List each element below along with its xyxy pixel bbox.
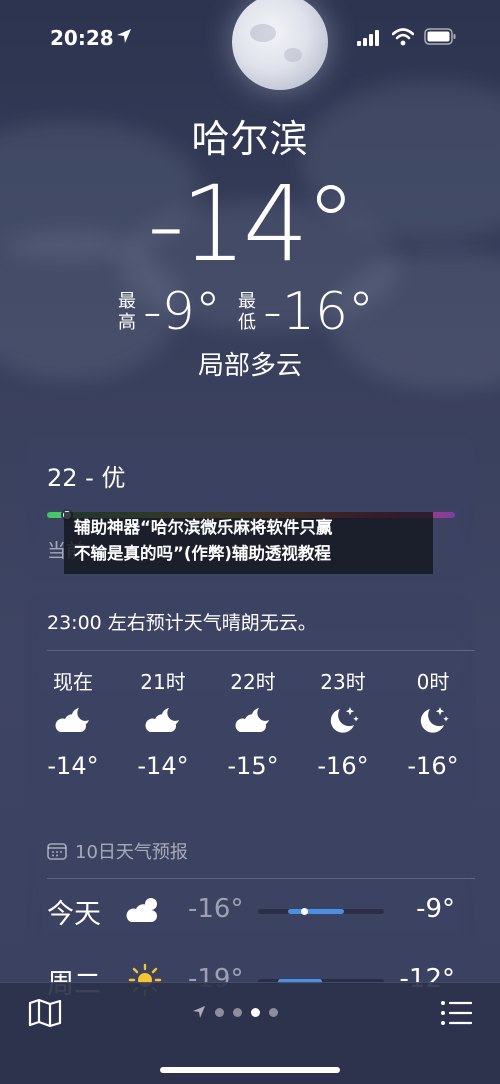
day-high: -9° — [416, 894, 455, 924]
status-time: 20:28 — [50, 26, 114, 50]
high-temp: -9° — [143, 282, 221, 342]
hour-label: 现在 — [53, 670, 93, 694]
cloud-moon-icon — [145, 708, 179, 732]
hourly-item: 22时 -15° — [214, 666, 292, 780]
daily-row-today[interactable]: 今天 -16° -9° — [25, 880, 475, 940]
temp-range-bar — [258, 908, 384, 915]
hour-temp: -16° — [317, 752, 369, 780]
hour-label: 21时 — [140, 670, 186, 694]
cloud-moon-icon — [55, 708, 89, 732]
low-temp: -16° — [263, 282, 375, 342]
bottom-toolbar — [0, 982, 500, 1084]
cellular-signal-icon — [357, 30, 379, 46]
moon-stars-icon — [420, 707, 449, 733]
hour-temp: -14° — [137, 752, 189, 780]
page-dot — [269, 1007, 278, 1017]
home-indicator[interactable] — [160, 1067, 340, 1073]
status-bar: 20:28 — [0, 0, 500, 70]
hour-label: 22时 — [230, 670, 276, 694]
ten-day-title: 10日天气预报 — [75, 842, 188, 863]
day-name: 今天 — [47, 899, 101, 930]
wifi-icon — [392, 28, 414, 46]
page-indicator[interactable] — [192, 1005, 278, 1019]
divider — [47, 650, 475, 651]
hour-temp: -16° — [407, 752, 459, 780]
hourly-summary: 23:00 左右预计天气晴朗无云。 — [47, 612, 317, 634]
page-dot — [215, 1007, 224, 1017]
temp-range-fill — [288, 909, 344, 914]
current-temperature: -14° — [147, 163, 357, 285]
hour-temp: -14° — [47, 752, 99, 780]
low-label: 最低 — [238, 291, 256, 333]
divider — [47, 878, 475, 879]
aqi-value: 22 - 优 — [47, 464, 126, 492]
city-name: 哈尔滨 — [191, 117, 309, 161]
location-arrow-icon — [117, 29, 131, 43]
map-icon[interactable] — [28, 998, 62, 1028]
hourly-item: 23时 -16° — [304, 666, 382, 780]
hourly-item: 现在 -14° — [34, 666, 112, 780]
cloud-moon-icon — [235, 708, 269, 732]
page-dot-active — [251, 1007, 260, 1017]
high-label: 最高 — [117, 291, 136, 333]
calendar-icon — [47, 843, 67, 860]
cloud-sun-icon — [126, 898, 157, 922]
hourly-item: 21时 -14° — [124, 666, 202, 780]
high-low-temps: 最高 -9° 最低 -16° — [0, 282, 500, 342]
ad-overlay-line2: 不输是真的吗”(作弊)辅助透视教程 — [74, 544, 331, 563]
battery-icon — [424, 28, 456, 45]
moon-stars-icon — [330, 707, 359, 733]
location-page-icon — [193, 1006, 205, 1018]
hour-label: 23时 — [320, 670, 366, 694]
hourly-forecast-card[interactable]: 23:00 左右预计天气晴朗无云。 现在 -14° 21时 -14° 22时 -… — [25, 594, 475, 810]
page-dot — [233, 1007, 242, 1017]
ad-overlay-line1: 辅助神器“哈尔滨微乐麻将软件只赢 — [74, 518, 333, 537]
ad-overlay-banner[interactable]: 辅助神器“哈尔滨微乐麻将软件只赢 不输是真的吗”(作弊)辅助透视教程 — [64, 512, 433, 574]
ten-day-header: 10日天气预报 — [47, 838, 188, 864]
current-temp-dot — [301, 908, 308, 915]
hour-label: 0时 — [416, 670, 450, 694]
list-icon[interactable] — [440, 999, 472, 1027]
weather-condition: 局部多云 — [197, 351, 302, 381]
hourly-item: 0时 -16° — [394, 666, 472, 780]
hour-temp: -15° — [227, 752, 279, 780]
day-low: -16° — [188, 894, 244, 924]
